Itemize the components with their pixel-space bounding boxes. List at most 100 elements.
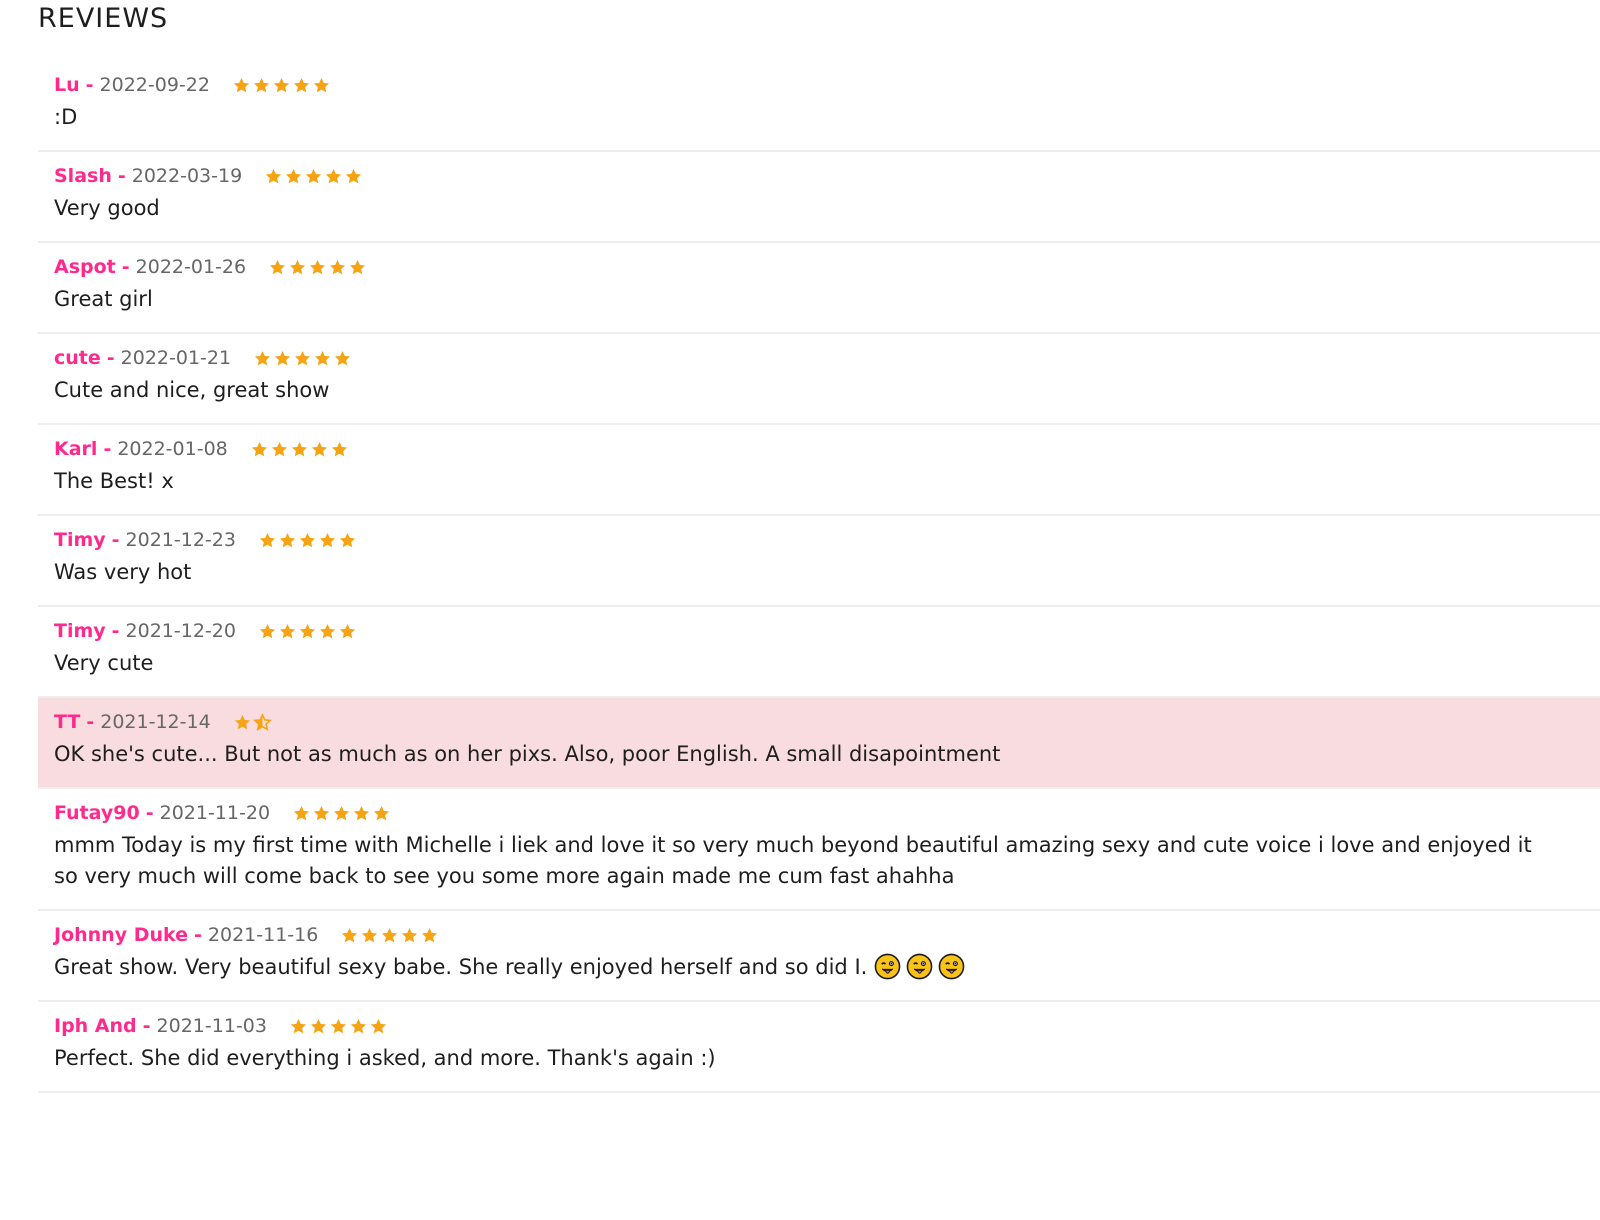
review-text-block: OK she's cute... But not as much as on h…: [54, 734, 1584, 787]
star-full-icon: [348, 258, 367, 277]
review-separator: -: [145, 802, 154, 824]
star-full-icon: [272, 76, 291, 95]
review-author: Johnny Duke: [54, 924, 189, 946]
star-full-icon: [333, 349, 352, 368]
review-text: Cute and nice, great show: [54, 378, 330, 402]
review-item: Futay90-2021-11-20 mmm Today is my first …: [38, 789, 1600, 911]
review-date: 2021-12-14: [100, 711, 211, 733]
star-full-icon: [264, 167, 283, 186]
star-full-icon: [338, 622, 357, 641]
review-date: 2022-01-21: [120, 347, 232, 369]
star-full-icon: [308, 258, 327, 277]
star-full-icon: [310, 440, 329, 459]
review-separator: -: [194, 924, 202, 946]
review-meta: Futay90-2021-11-20: [54, 789, 1584, 825]
star-full-icon: [369, 1017, 388, 1036]
review-author: Slash: [54, 165, 112, 187]
review-author: Futay90: [54, 802, 140, 824]
review-text-block: Great show. Very beautiful sexy babe. Sh…: [54, 947, 1584, 1000]
star-rating: [268, 258, 367, 277]
star-rating: [258, 622, 357, 641]
star-full-icon: [304, 167, 323, 186]
star-full-icon: [290, 440, 309, 459]
review-text: Perfect. She did everything i asked, and…: [54, 1046, 716, 1070]
star-rating: [250, 440, 349, 459]
review-text-block: Was very hot: [54, 552, 1584, 605]
review-date: 2022-01-08: [117, 438, 228, 460]
review-item: Lu -2022-09-22:D: [38, 61, 1600, 152]
star-full-icon: [420, 926, 439, 945]
star-full-icon: [270, 440, 289, 459]
star-full-icon: [293, 349, 312, 368]
star-full-icon: [329, 1017, 348, 1036]
star-full-icon: [344, 167, 363, 186]
star-full-icon: [233, 713, 252, 732]
tongue-face-emoji-icon: [906, 953, 933, 980]
star-full-icon: [312, 76, 331, 95]
review-author: Iph And: [54, 1015, 137, 1037]
review-text: :D: [54, 105, 78, 129]
review-item: Slash -2022-03-19 Very good: [38, 152, 1600, 243]
star-full-icon: [309, 1017, 328, 1036]
review-text-block: mmm Today is my first time with Michelle…: [54, 825, 1584, 909]
review-item: Timy -2021-12-23 Was very hot: [38, 516, 1600, 607]
review-text-block: Very good: [54, 188, 1584, 241]
star-rating: [292, 804, 391, 823]
review-meta: Timy -2021-12-23: [54, 516, 1584, 552]
star-full-icon: [328, 258, 347, 277]
review-text: Very cute: [54, 651, 154, 675]
review-text-block: :D: [54, 97, 1584, 150]
review-item: Karl -2022-01-08 The Best! x: [38, 425, 1600, 516]
star-full-icon: [380, 926, 399, 945]
star-full-icon: [268, 258, 287, 277]
star-full-icon: [313, 349, 332, 368]
review-date: 2021-12-20: [125, 620, 236, 642]
star-full-icon: [360, 926, 379, 945]
star-full-icon: [352, 804, 371, 823]
review-text: Great girl: [54, 287, 153, 311]
review-meta: Karl -2022-01-08: [54, 425, 1584, 461]
review-author: Lu: [54, 74, 80, 96]
star-full-icon: [258, 622, 277, 641]
review-text-block: Great girl: [54, 279, 1584, 332]
star-rating: [340, 926, 439, 945]
review-text: The Best! x: [54, 469, 174, 493]
star-full-icon: [332, 804, 351, 823]
review-author: TT: [54, 711, 81, 733]
review-separator: -: [142, 1015, 151, 1037]
star-full-icon: [250, 440, 269, 459]
review-author: Timy: [54, 529, 106, 551]
star-full-icon: [338, 531, 357, 550]
review-text-block: Very cute: [54, 643, 1584, 696]
review-text-block: Perfect. She did everything i asked, and…: [54, 1038, 1584, 1091]
review-meta: Iph And -2021-11-03: [54, 1002, 1584, 1038]
review-date: 2021-11-20: [159, 802, 271, 824]
star-full-icon: [232, 76, 251, 95]
review-item: cute -2022-01-21 Cute and nice, great show: [38, 334, 1600, 425]
star-full-icon: [400, 926, 419, 945]
review-meta: Aspot -2022-01-26: [54, 243, 1584, 279]
review-separator: -: [111, 529, 120, 551]
reviews-section: REVIEWS Lu - 2022-09-22 :D Slash -2022-03-19 V…: [38, 0, 1600, 1093]
star-full-icon: [292, 76, 311, 95]
review-text: mmm Today is my first time with Michelle…: [54, 833, 1532, 888]
star-full-icon: [278, 622, 297, 641]
review-author: Timy: [54, 620, 106, 642]
review-separator: -: [111, 620, 120, 642]
review-separator: -: [121, 256, 130, 278]
review-separator: -: [86, 711, 95, 733]
review-date: 2022-09-22: [99, 74, 210, 96]
reviews-heading: REVIEWS: [38, 3, 169, 34]
review-date: 2021-11-03: [156, 1015, 267, 1037]
star-full-icon: [284, 167, 303, 186]
star-full-icon: [349, 1017, 368, 1036]
tongue-face-emoji-icon: [874, 953, 901, 980]
review-text: Was very hot: [54, 560, 192, 584]
review-meta: Timy -2021-12-20: [54, 607, 1584, 643]
tongue-face-emoji-icon: [938, 953, 965, 980]
review-list: Lu - 2022-09-22 :D Slash -2022-03-19 Very good…: [38, 61, 1600, 1093]
star-full-icon: [292, 804, 311, 823]
star-full-icon: [253, 349, 272, 368]
review-text: Great show. Very beautiful sexy babe. Sh…: [54, 955, 868, 979]
review-date: 2021-11-16: [207, 924, 319, 946]
